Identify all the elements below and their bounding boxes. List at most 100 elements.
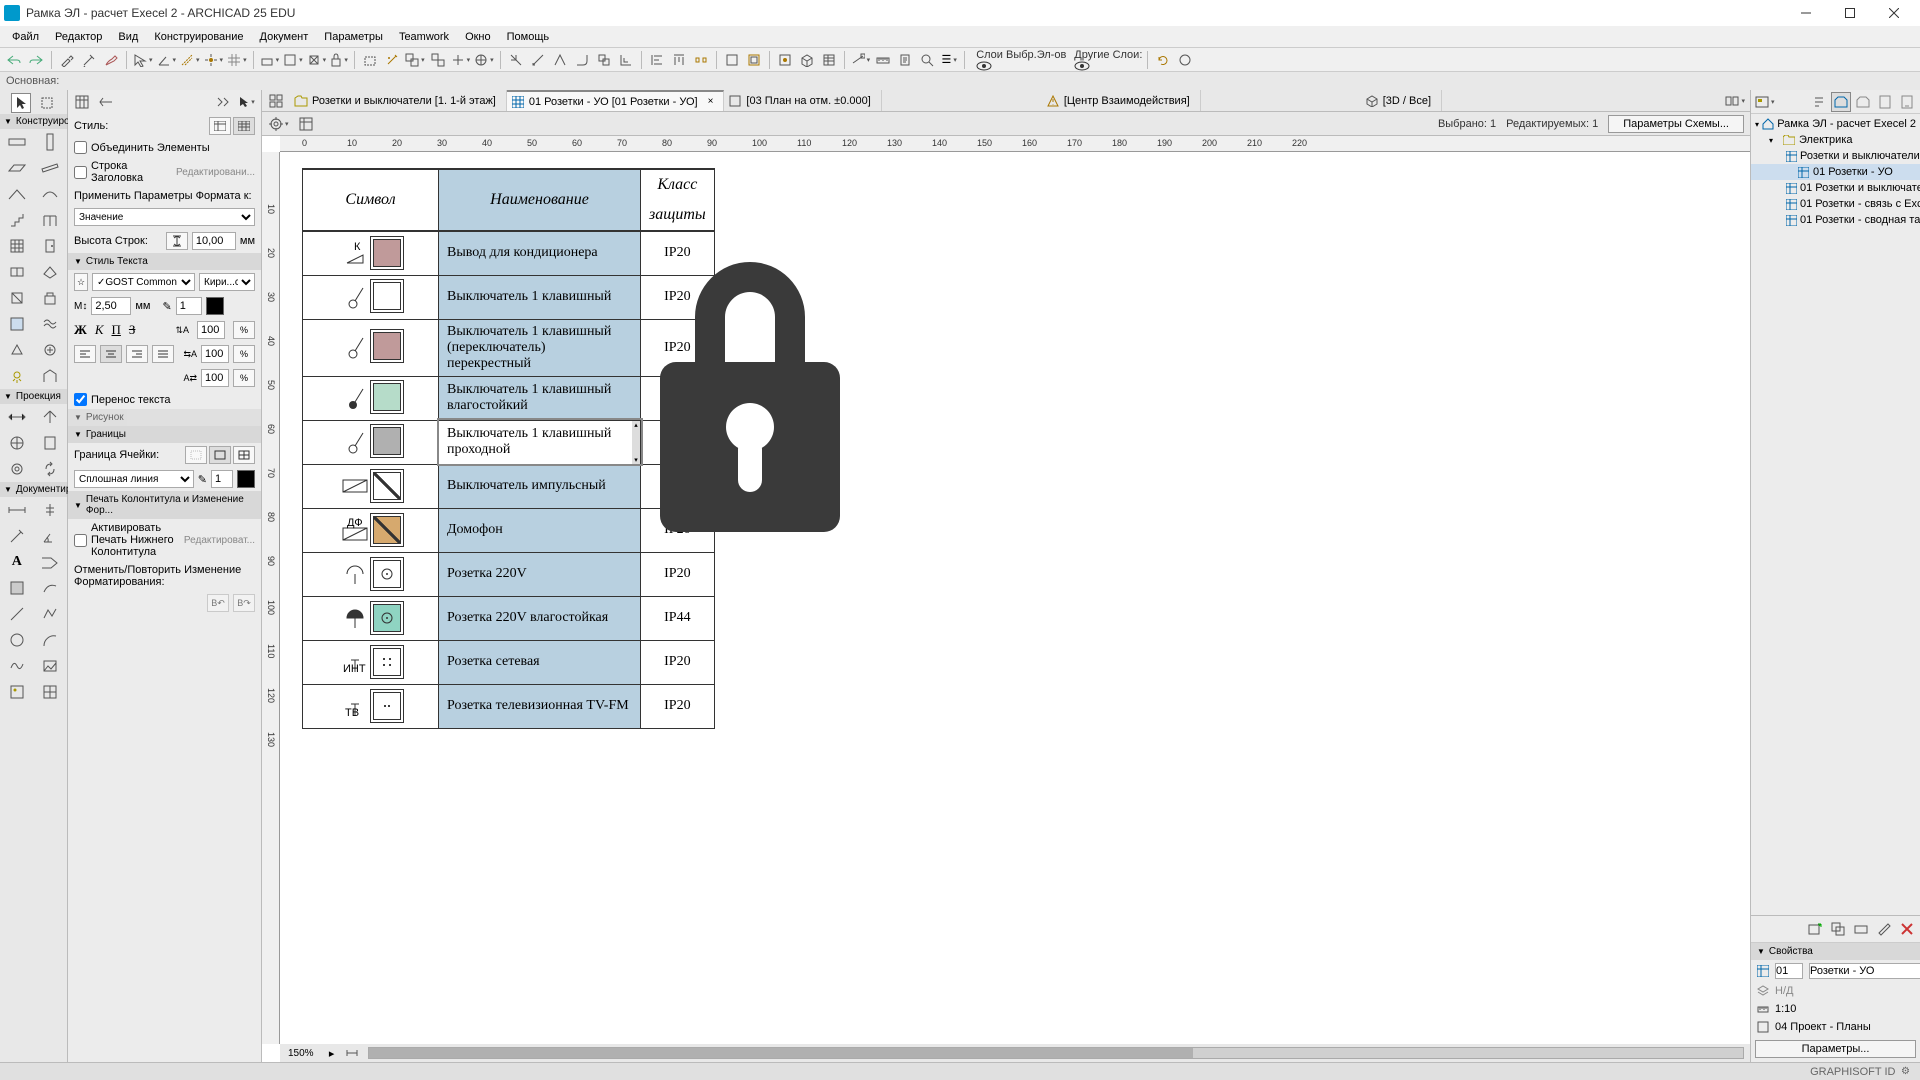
level-dim-tool[interactable] (34, 497, 68, 523)
surface-snap-dropdown[interactable] (282, 50, 304, 70)
favorite-icon[interactable]: ☆ (74, 273, 88, 291)
nav-view-map-tab[interactable] (1853, 92, 1873, 112)
elevation-tool[interactable] (34, 404, 68, 430)
gravity-dropdown[interactable] (306, 50, 328, 70)
find-icon[interactable] (917, 50, 937, 70)
font-size-input[interactable] (91, 297, 131, 315)
3d-doc-icon[interactable] (797, 50, 817, 70)
split-icon[interactable] (506, 50, 526, 70)
element-info-icon[interactable] (895, 50, 915, 70)
tree-item[interactable]: ▾Рамка ЭЛ - расчет Execel 2 (1751, 116, 1920, 132)
border-all[interactable] (233, 446, 255, 464)
table-row[interactable]: Выключатель 1 клавишный проходной▴▾ (303, 420, 715, 464)
name-cell[interactable]: Вывод для кондиционера (439, 231, 641, 275)
brush-icon[interactable] (101, 50, 121, 70)
nav-publisher-tab[interactable] (1897, 92, 1917, 112)
pen-input[interactable] (176, 297, 202, 315)
table-row[interactable]: Выключатель 1 клавишный влагостойкий (303, 376, 715, 420)
cursor-snap-dropdown[interactable] (132, 50, 154, 70)
table-row[interactable]: Выключатель импульсный (303, 464, 715, 508)
align-left-button[interactable] (74, 345, 96, 363)
tree-item[interactable]: 01 Розетки - связь с Excel (1751, 196, 1920, 212)
view-mode-icon[interactable] (296, 114, 316, 134)
angle-dim-tool[interactable] (34, 523, 68, 549)
polyline-tool[interactable] (34, 601, 68, 627)
text-color-swatch[interactable] (206, 297, 224, 315)
menu-помощь[interactable]: Помощь (499, 29, 558, 45)
tree-item[interactable]: ▾Электрика (1751, 132, 1920, 148)
redo-button[interactable] (26, 50, 46, 70)
menu-вид[interactable]: Вид (110, 29, 146, 45)
change-tool[interactable] (34, 456, 68, 482)
header-row-checkbox[interactable] (74, 166, 87, 179)
show-hide-icon[interactable] (722, 50, 742, 70)
view-tab-2[interactable]: [03 План на отм. ±0.000] (724, 90, 881, 111)
properties-header[interactable]: Свойства (1751, 943, 1920, 960)
bold-button[interactable]: Ж (74, 322, 87, 338)
hotspot-tool[interactable] (34, 575, 68, 601)
category-document[interactable]: Документир (0, 482, 67, 497)
border-outer[interactable] (209, 446, 231, 464)
expand-icon[interactable]: ▾ (1769, 136, 1779, 145)
opening-tool[interactable] (0, 285, 34, 311)
zoom-value[interactable]: 150% (280, 1048, 322, 1059)
row-height-mode[interactable] (166, 232, 188, 250)
style-layout-2[interactable] (233, 117, 255, 135)
trim-dropdown[interactable] (450, 50, 472, 70)
menu-teamwork[interactable]: Teamwork (391, 29, 457, 45)
mesh-tool[interactable] (34, 311, 68, 337)
worksheet-tool[interactable] (34, 430, 68, 456)
dim2-input[interactable] (201, 345, 229, 363)
name-cell[interactable]: Выключатель 1 клавишный проходной▴▾ (439, 420, 641, 464)
marquee-tool[interactable] (37, 93, 57, 113)
line-color-swatch[interactable] (237, 470, 255, 488)
fillet-icon[interactable] (572, 50, 592, 70)
nav-project-map-tab[interactable] (1831, 92, 1851, 112)
format-undo[interactable]: B↶ (207, 594, 229, 612)
italic-button[interactable]: К (95, 322, 104, 338)
magic-wand-icon[interactable] (382, 50, 402, 70)
refresh-icon[interactable] (1153, 50, 1173, 70)
intersect-icon[interactable] (550, 50, 570, 70)
align-left-icon[interactable] (647, 50, 667, 70)
close-button[interactable] (1872, 0, 1916, 26)
railing-tool[interactable] (34, 207, 68, 233)
tab-schedule-icon[interactable] (72, 92, 92, 112)
menu-редактор[interactable]: Редактор (47, 29, 110, 45)
navigator-tree[interactable]: ▾Рамка ЭЛ - расчет Execel 2▾ЭлектрикаРоз… (1751, 114, 1920, 915)
borders-section[interactable]: Границы (68, 426, 261, 443)
line-pen-input[interactable] (211, 470, 233, 488)
zone-tool[interactable] (0, 311, 34, 337)
table-row[interactable]: ИНТРозетка сетеваяIP20 (303, 640, 715, 684)
align-justify-button[interactable] (152, 345, 174, 363)
tab-close-icon[interactable]: × (708, 96, 714, 107)
pct-3[interactable]: % (233, 369, 255, 387)
object-tool[interactable] (34, 285, 68, 311)
strike-button[interactable]: З (129, 322, 136, 338)
guide-dropdown[interactable] (179, 50, 201, 70)
adjust-icon[interactable] (528, 50, 548, 70)
spline-tool[interactable] (0, 653, 34, 679)
slab-tool[interactable] (0, 155, 34, 181)
table-row[interactable]: Выключатель 1 клавишныйIP20 (303, 275, 715, 319)
format-redo[interactable]: B↷ (233, 594, 255, 612)
locate-icon[interactable] (775, 50, 795, 70)
menu-окно[interactable]: Окно (457, 29, 499, 45)
name-cell[interactable]: Розетка 220V (439, 552, 641, 596)
border-none[interactable] (185, 446, 207, 464)
beam-tool[interactable] (34, 155, 68, 181)
pct-2[interactable]: % (233, 345, 255, 363)
h-scrollbar[interactable] (368, 1047, 1744, 1059)
section-tool[interactable] (0, 404, 34, 430)
linetype-select[interactable]: Сплошная линия (74, 470, 194, 488)
ungroup-icon[interactable] (428, 50, 448, 70)
table-row[interactable]: КВывод для кондиционераIP20 (303, 231, 715, 275)
pct-1[interactable]: % (233, 321, 255, 339)
cursor-dropdown[interactable] (237, 92, 257, 112)
arrow-tool[interactable] (11, 93, 31, 113)
curtain-wall-tool[interactable] (0, 233, 34, 259)
align-top-icon[interactable] (669, 50, 689, 70)
view-tab-0[interactable]: Розетки и выключатели [1. 1-й этаж] (290, 90, 507, 111)
figure-tool[interactable] (0, 679, 34, 705)
footer-section[interactable]: Печать Колонтитула и Изменение Фор... (68, 491, 261, 519)
